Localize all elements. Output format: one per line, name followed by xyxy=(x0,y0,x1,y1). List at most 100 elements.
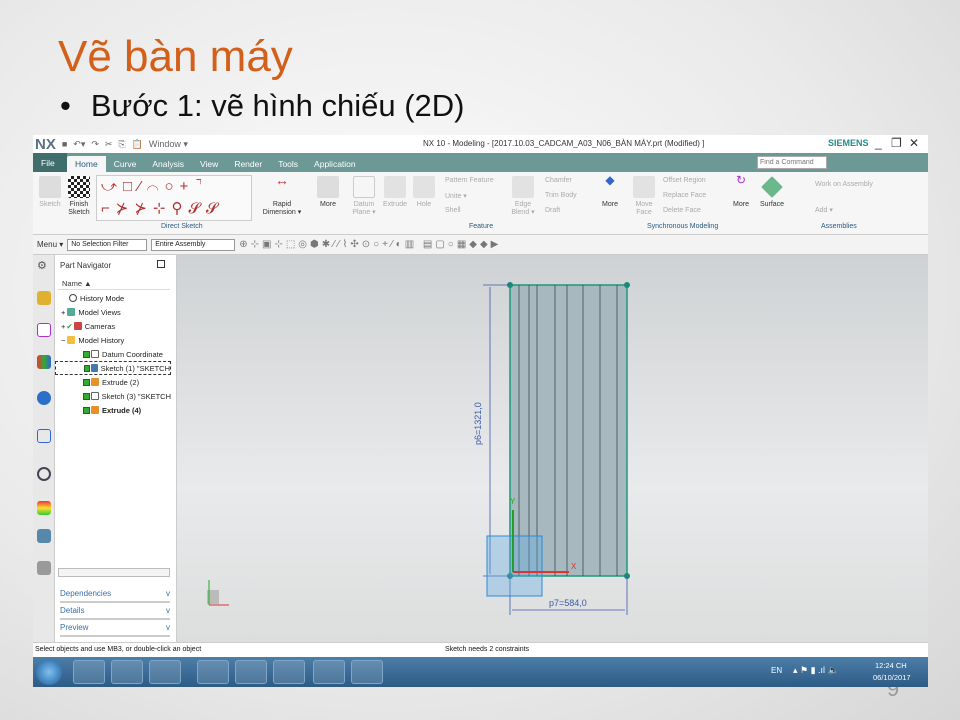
draft-button[interactable]: Draft xyxy=(545,207,560,214)
panel-dependencies[interactable]: Dependencies v xyxy=(60,586,170,603)
gear-icon[interactable]: ⚙ xyxy=(37,259,51,273)
tab-render[interactable]: Render xyxy=(226,156,270,172)
tab-curve[interactable]: Curve xyxy=(106,156,145,172)
undo-icon[interactable]: ↶▾ xyxy=(73,139,85,150)
system-materials-icon[interactable] xyxy=(37,501,51,515)
add-component-button[interactable]: Add ▾ xyxy=(815,206,833,214)
replace-face-button[interactable]: Replace Face xyxy=(663,192,706,199)
assembly-scope-dropdown[interactable]: Entire Assembly xyxy=(151,238,236,251)
checkbox-icon[interactable] xyxy=(84,364,91,372)
part-navigator-icon[interactable] xyxy=(37,323,51,337)
paint-taskbar-icon[interactable] xyxy=(351,660,383,684)
tab-analysis[interactable]: Analysis xyxy=(144,156,192,172)
roles-icon[interactable] xyxy=(37,561,51,575)
tab-view[interactable]: View xyxy=(192,156,226,172)
tray-icons[interactable]: ▴ ⚑ ▮ .ıl 🔈 xyxy=(793,665,839,676)
graphics-window[interactable]: p6=1321,0 p7=584,0 X Y xyxy=(177,255,928,642)
nav-item-model-views[interactable]: + Model Views xyxy=(55,305,171,319)
panel-preview[interactable]: Preview v xyxy=(60,620,170,637)
nx-taskbar-icon[interactable] xyxy=(313,660,345,684)
tab-home[interactable]: Home xyxy=(67,156,106,172)
menu-button[interactable]: Menu ▾ xyxy=(37,240,63,249)
nav-item-model-history[interactable]: − Model History xyxy=(55,333,171,347)
music-app-taskbar-icon[interactable] xyxy=(111,660,143,684)
horizontal-scrollbar[interactable] xyxy=(58,568,170,577)
info-icon[interactable] xyxy=(37,391,51,405)
window-menu[interactable]: Window ▾ xyxy=(149,139,188,150)
start-button[interactable] xyxy=(36,659,62,685)
dimension-height-label[interactable]: p6=1321,0 xyxy=(473,402,483,445)
more-sync-button[interactable]: ↻ More xyxy=(728,174,754,209)
direct-sketch-gallery[interactable]: ⤻□⁄⌒○+⌝ ⌐⊁⊁⊹⚲𝓢𝓢 xyxy=(96,175,252,221)
sketch-icon xyxy=(39,176,61,198)
work-on-assembly-button[interactable]: Work on Assembly xyxy=(815,181,873,188)
nav-item-extrude-4[interactable]: Extrude (4) xyxy=(55,403,171,417)
trim-body-button[interactable]: Trim Body xyxy=(545,192,577,199)
surface-button[interactable]: Surface xyxy=(757,176,787,209)
rapid-dimension-icon: ↔ xyxy=(275,172,289,188)
nav-item-history-mode[interactable]: History Mode xyxy=(55,291,171,305)
extrude-button[interactable]: Extrude xyxy=(381,176,409,209)
foxit-taskbar-icon[interactable] xyxy=(273,660,305,684)
dimension-width-label[interactable]: p7=584,0 xyxy=(549,598,587,608)
chamfer-button[interactable]: Chamfer xyxy=(545,177,572,184)
nav-item-sketch-3[interactable]: Sketch (3) "SKETCH xyxy=(55,389,171,403)
delete-face-button[interactable]: Delete Face xyxy=(663,207,701,214)
finish-flag-icon xyxy=(68,176,90,198)
tab-tools[interactable]: Tools xyxy=(270,156,306,172)
visual-studio-taskbar-icon[interactable] xyxy=(149,660,181,684)
browser-taskbar-icon[interactable] xyxy=(235,660,267,684)
process-studio-icon[interactable] xyxy=(37,529,51,543)
sketch-icon xyxy=(91,364,98,372)
restore-button[interactable]: ❐ xyxy=(891,136,902,150)
language-indicator[interactable]: EN xyxy=(771,666,782,675)
datum-plane-button[interactable]: Datum Plane ▾ xyxy=(351,176,377,217)
save-icon[interactable]: ■ xyxy=(62,139,67,149)
explorer-taskbar-icon[interactable] xyxy=(73,660,105,684)
maximize-panel-icon[interactable] xyxy=(157,260,165,268)
nav-item-cameras[interactable]: + ✔ Cameras xyxy=(55,319,171,333)
minimize-button[interactable]: _ xyxy=(875,136,882,150)
redo-icon[interactable]: ↷ xyxy=(91,139,99,150)
tab-application[interactable]: Application xyxy=(306,156,364,172)
nav-item-sketch-1[interactable]: Sketch (1) "SKETCH xyxy=(55,361,171,375)
panel-details[interactable]: Details v xyxy=(60,603,170,620)
checkbox-icon[interactable] xyxy=(83,392,90,400)
siemens-logo: SIEMENS xyxy=(828,138,869,148)
reuse-library-icon[interactable] xyxy=(37,355,51,369)
assembly-navigator-icon[interactable] xyxy=(37,291,51,305)
hole-button[interactable]: Hole xyxy=(413,176,435,209)
edge-blend-button[interactable]: Edge Blend ▾ xyxy=(509,176,537,217)
tab-file[interactable]: File xyxy=(33,153,67,172)
cut-icon[interactable]: ✂ xyxy=(105,139,113,150)
top-border-bar: Menu ▾ No Selection Filter Entire Assemb… xyxy=(33,235,928,255)
rapid-dimension-button[interactable]: ↔ Rapid Dimension ▾ xyxy=(261,172,303,217)
shell-button[interactable]: Shell xyxy=(445,207,461,214)
unite-button[interactable]: Unite ▾ xyxy=(445,192,467,200)
history-icon[interactable] xyxy=(37,467,51,481)
selection-filter-dropdown[interactable]: No Selection Filter xyxy=(67,238,148,251)
nav-item-extrude-2[interactable]: Extrude (2) xyxy=(55,375,171,389)
column-header-name[interactable]: Name ▲ xyxy=(58,276,170,290)
finish-sketch-button[interactable]: Finish Sketch xyxy=(65,176,93,217)
word-taskbar-icon[interactable] xyxy=(197,660,229,684)
clock-time[interactable]: 12:24 CH xyxy=(875,661,907,670)
checkbox-icon[interactable] xyxy=(83,406,90,414)
more-sketch-button[interactable]: More xyxy=(315,176,341,209)
offset-region-button[interactable]: Offset Region xyxy=(663,177,706,184)
paste-icon[interactable]: 📋 xyxy=(132,139,143,150)
more-feature-button[interactable]: ◆ More xyxy=(597,174,623,209)
sketch-button[interactable]: Sketch xyxy=(37,176,63,209)
pattern-feature-button[interactable]: Pattern Feature xyxy=(445,177,494,184)
move-face-button[interactable]: Move Face xyxy=(631,176,657,217)
nav-item-datum[interactable]: Datum Coordinate xyxy=(55,347,171,361)
sketch-canvas[interactable] xyxy=(177,255,928,642)
checkbox-icon[interactable] xyxy=(83,350,90,358)
find-command-input[interactable] xyxy=(757,156,827,169)
checkbox-icon[interactable] xyxy=(83,378,90,386)
snap-point-icons[interactable]: ⊕⊹▣⊹⬚◎⬢✱⁄⁄⌇✣⊙○+⁄◐▥ ▤▢○▦◆◆▶ xyxy=(239,239,501,250)
close-button[interactable]: ✕ xyxy=(909,136,919,150)
clock-date[interactable]: 06/10/2017 xyxy=(873,673,911,682)
copy-icon[interactable]: ⎘ xyxy=(118,139,125,150)
web-browser-icon[interactable] xyxy=(37,429,51,443)
